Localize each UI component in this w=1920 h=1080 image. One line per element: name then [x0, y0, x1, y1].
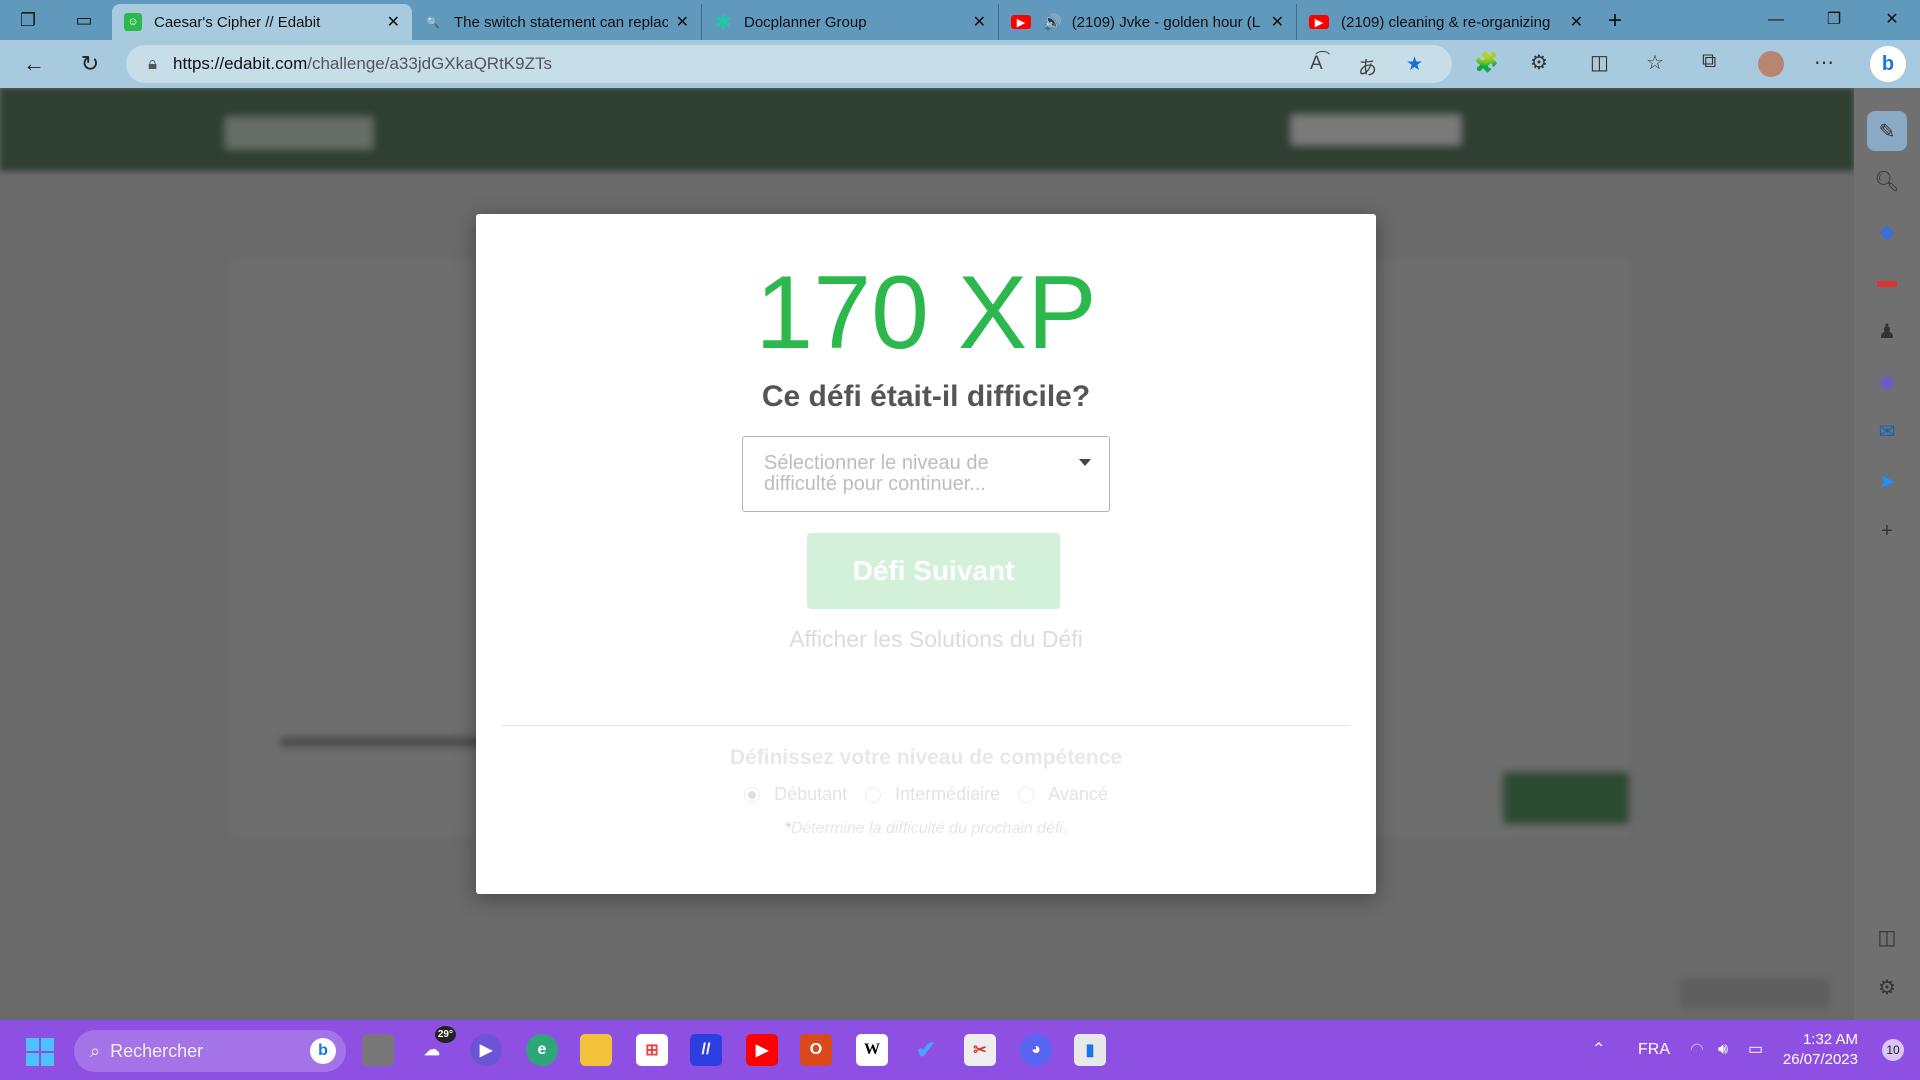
teams-meet-icon[interactable]: ▶ — [470, 1034, 502, 1066]
radio-button[interactable] — [865, 786, 882, 803]
bing-icon: b — [310, 1038, 336, 1064]
next-challenge-button[interactable]: Défi Suivant — [807, 533, 1060, 609]
taskbar-search[interactable]: ⌕ Rechercher b — [74, 1030, 346, 1072]
xp-earned: 170 XP — [755, 255, 1097, 371]
difficulty-select[interactable]: Sélectionner le niveau de difficulté pou… — [742, 436, 1110, 512]
docplanner-icon: ✱ — [714, 11, 732, 34]
volume-icon[interactable]: 🔊︎ — [1718, 1020, 1728, 1080]
wikipedia-icon[interactable]: W — [856, 1034, 888, 1066]
close-tab-icon[interactable]: ✕ — [973, 12, 986, 32]
edabit-logo — [224, 116, 374, 150]
todo-icon[interactable]: ✔ — [910, 1034, 942, 1066]
search-icon[interactable]: 🔍︎ — [1867, 161, 1907, 201]
battery-icon[interactable]: ▭ — [1748, 1020, 1763, 1080]
radio-intermediate[interactable]: Intermédiaire — [865, 784, 1000, 805]
tab-cleaning[interactable]: ▶ (2109) cleaning & re-organizing ✕ — [1297, 4, 1595, 40]
radio-advanced[interactable]: Avancé — [1018, 784, 1108, 805]
microsoft-store-icon[interactable]: ⊞ — [636, 1034, 668, 1066]
back-icon[interactable]: ← — [6, 51, 62, 77]
header-search — [1290, 114, 1462, 146]
close-tab-icon[interactable]: ✕ — [1570, 12, 1583, 32]
favorite-star-icon[interactable]: ★ — [1406, 53, 1423, 76]
skill-level-radios: Débutant Intermédiaire Avancé — [476, 784, 1376, 805]
browser-tab-bar: ❐ ▭ ☺ Caesar's Cipher // Edabit ✕ 🔍 The … — [0, 0, 1920, 40]
windows-taskbar: ⌕ Rechercher b ☁ 29° ▶ e ⊞ // ▶ O W ✔ ✂ ◕… — [0, 1020, 1920, 1080]
copilot-icon[interactable]: ✎ — [1867, 111, 1907, 151]
add-icon[interactable]: + — [1867, 511, 1907, 551]
app-icon[interactable]: // — [690, 1034, 722, 1066]
snipping-tool-icon[interactable]: ✂ — [964, 1034, 996, 1066]
profile-avatar[interactable] — [1758, 51, 1784, 77]
edge-sidebar: ✎ 🔍︎ ◆ ▬ ♟ ◉ ✉ ➤ + ◫ ⚙ — [1854, 88, 1920, 1020]
close-tab-icon[interactable]: ✕ — [1271, 12, 1284, 32]
weather-icon[interactable]: ☁ 29° — [416, 1026, 456, 1066]
completion-modal: 170 XP Ce défi était-il difficile? Sélec… — [476, 214, 1376, 894]
discord-icon[interactable]: ◕ — [1020, 1034, 1052, 1066]
view-solutions-link[interactable]: Afficher les Solutions du Défi — [476, 626, 1376, 653]
sidebar-toggle-icon[interactable]: ◫ — [1867, 917, 1907, 957]
office-icon[interactable]: O — [800, 1034, 832, 1066]
editor-scrollbar — [280, 738, 490, 746]
translate-icon[interactable]: あ — [1358, 53, 1377, 80]
shopping-tag-icon[interactable]: ◆ — [1867, 211, 1907, 251]
task-view-icon[interactable] — [362, 1034, 394, 1066]
submit-button — [1503, 772, 1629, 824]
browser-toolbar: ← ↻ 🔒︎ https://edabit.com/challenge/a33j… — [0, 40, 1920, 88]
window-app-icon[interactable]: ▮ — [1074, 1034, 1106, 1066]
difficulty-question: Ce défi était-il difficile? — [761, 380, 1091, 413]
vertical-tabs-icon[interactable]: ▭ — [56, 0, 112, 40]
tools-icon[interactable]: ▬ — [1867, 261, 1907, 301]
chevron-down-icon — [1079, 459, 1091, 466]
settings-icon[interactable]: ⚙ — [1867, 967, 1907, 1007]
edge-icon[interactable]: e — [526, 1034, 558, 1066]
extensions-icon[interactable]: ⚙ — [1530, 50, 1548, 75]
favorites-icon[interactable]: ☆ — [1646, 50, 1664, 75]
file-explorer-icon[interactable] — [580, 1034, 612, 1066]
split-screen-icon[interactable]: ◫ — [1590, 50, 1609, 75]
address-bar[interactable]: 🔒︎ https://edabit.com/challenge/a33jdGXk… — [126, 45, 1452, 83]
new-tab-button[interactable]: + — [1595, 4, 1635, 40]
close-tab-icon[interactable]: ✕ — [676, 12, 689, 32]
notification-badge[interactable]: 10 — [1882, 1039, 1904, 1061]
close-window-button[interactable]: ✕ — [1864, 0, 1920, 40]
tab-docplanner[interactable]: ✱ Docplanner Group ✕ — [702, 4, 999, 40]
edabit-icon: ☺ — [124, 13, 142, 31]
tab-jvke-golden-hour[interactable]: ▶ 🔊 (2109) Jvke - golden hour (L ✕ — [999, 4, 1297, 40]
skill-level-note: *Détermine la difficulté du prochain déf… — [784, 820, 1068, 837]
read-aloud-icon[interactable]: A͡ — [1310, 53, 1323, 75]
collections-icon[interactable]: ⧉ — [1702, 50, 1716, 73]
radio-beginner[interactable]: Débutant — [744, 784, 847, 805]
skill-level-heading: Définissez votre niveau de compétence — [729, 746, 1123, 769]
language-indicator[interactable]: FRA — [1638, 1020, 1670, 1080]
outlook-icon[interactable]: ✉ — [1867, 411, 1907, 451]
tab-edabit[interactable]: ☺ Caesar's Cipher // Edabit ✕ — [112, 4, 412, 40]
drop-icon[interactable]: ➤ — [1867, 461, 1907, 501]
minimize-button[interactable]: — — [1748, 0, 1804, 40]
show-hidden-icons[interactable]: ⌃ — [1592, 1020, 1605, 1080]
youtube-icon: ▶ — [1309, 15, 1329, 29]
microsoft365-icon[interactable]: ◉ — [1867, 361, 1907, 401]
youtube-icon: ▶ — [1011, 15, 1031, 29]
footer-button — [1680, 978, 1830, 1008]
bing-copilot-icon[interactable]: b — [1870, 46, 1906, 82]
games-icon[interactable]: ♟ — [1867, 311, 1907, 351]
lock-icon: 🔒︎ — [148, 54, 158, 73]
clock[interactable]: 1:32 AM 26/07/2023 — [1783, 1030, 1858, 1070]
workspaces-icon[interactable]: ❐ — [0, 0, 56, 40]
close-tab-icon[interactable]: ✕ — [387, 12, 400, 32]
restore-button[interactable]: ❐ — [1806, 0, 1862, 40]
divider — [502, 725, 1350, 726]
search-icon: 🔍 — [426, 16, 440, 29]
extension-icon[interactable]: 🧩 — [1474, 50, 1499, 75]
search-icon: ⌕ — [90, 1040, 101, 1061]
wifi-icon[interactable]: ◠ — [1690, 1020, 1704, 1080]
youtube-icon[interactable]: ▶ — [746, 1034, 778, 1066]
radio-button[interactable] — [1018, 786, 1035, 803]
tab-switch-statement[interactable]: 🔍 The switch statement can replace ✕ — [412, 4, 702, 40]
windows-start-icon[interactable] — [26, 1038, 54, 1066]
more-menu-icon[interactable]: ⋯ — [1814, 50, 1834, 75]
refresh-icon[interactable]: ↻ — [62, 51, 118, 77]
speaker-icon[interactable]: 🔊 — [1043, 13, 1062, 31]
radio-button[interactable] — [744, 786, 761, 803]
